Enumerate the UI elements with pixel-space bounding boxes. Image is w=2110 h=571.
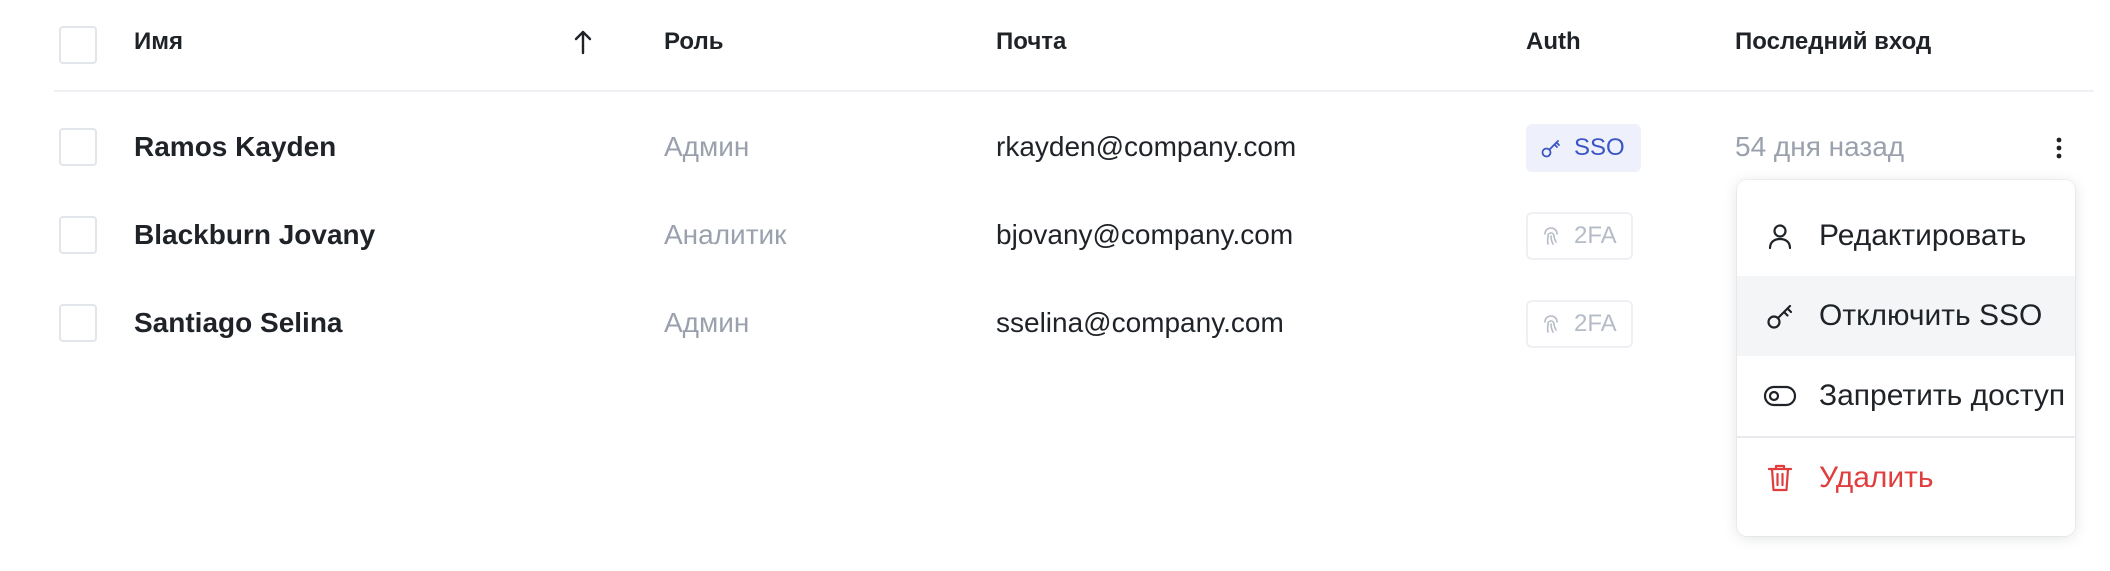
menu-item-label: Удалить: [1819, 461, 1934, 494]
user-role: Аналитик: [664, 219, 787, 250]
key-icon: [1763, 299, 1797, 333]
menu-item-delete[interactable]: Удалить: [1737, 438, 2075, 518]
auth-badge-sso: SSO: [1526, 124, 1641, 172]
user-email: rkayden@company.com: [996, 131, 1297, 162]
row-checkbox[interactable]: [59, 304, 97, 342]
row-actions-button[interactable]: [2044, 128, 2074, 168]
auth-badge-label: 2FA: [1574, 222, 1617, 249]
user-name: Blackburn Jovany: [134, 219, 376, 250]
auth-badge-2fa: 2FA: [1526, 300, 1633, 348]
menu-item-deny-access[interactable]: Запретить доступ: [1737, 356, 2075, 436]
auth-badge-label: 2FA: [1574, 310, 1617, 337]
auth-badge-label: SSO: [1574, 134, 1625, 161]
user-role: Админ: [664, 131, 750, 162]
fingerprint-icon: [1544, 315, 1558, 333]
menu-item-label: Запретить доступ: [1819, 379, 2066, 412]
user-icon: [1763, 219, 1797, 253]
column-header-name[interactable]: Имя: [134, 28, 183, 56]
user-email: sselina@company.com: [996, 307, 1284, 338]
auth-badge-2fa: 2FA: [1526, 212, 1633, 260]
arrow-up-icon[interactable]: [572, 28, 594, 56]
menu-item-label: Редактировать: [1819, 219, 2027, 252]
more-vertical-icon: [2056, 137, 2062, 159]
trash-icon: [1763, 461, 1797, 495]
select-all-checkbox[interactable]: [59, 26, 97, 64]
fingerprint-icon: [1544, 227, 1558, 245]
row-checkbox[interactable]: [59, 128, 97, 166]
row-checkbox[interactable]: [59, 216, 97, 254]
last-login: 54 дня назад: [1735, 131, 1905, 162]
user-name: Ramos Kayden: [134, 131, 337, 162]
row-context-menu: Редактировать Отключить SSO Запретить до…: [1737, 180, 2075, 536]
table-header: Имя Роль Почта Auth Последний вход: [54, 0, 2094, 92]
column-header-role[interactable]: Роль: [664, 28, 723, 56]
user-role: Админ: [664, 307, 750, 338]
menu-item-label: Отключить SSO: [1819, 299, 2043, 332]
user-name: Santiago Selina: [134, 307, 343, 338]
table-row[interactable]: Ramos Kayden Админ rkayden@company.com S…: [54, 104, 2094, 192]
column-header-email[interactable]: Почта: [996, 28, 1066, 56]
key-icon: [1541, 140, 1560, 158]
menu-item-edit[interactable]: Редактировать: [1737, 196, 2075, 276]
column-header-auth[interactable]: Auth: [1526, 28, 1581, 56]
toggle-icon: [1763, 379, 1797, 413]
menu-item-disable-sso[interactable]: Отключить SSO: [1737, 276, 2075, 356]
column-header-last-login[interactable]: Последний вход: [1735, 28, 1931, 56]
user-email: bjovany@company.com: [996, 219, 1294, 250]
